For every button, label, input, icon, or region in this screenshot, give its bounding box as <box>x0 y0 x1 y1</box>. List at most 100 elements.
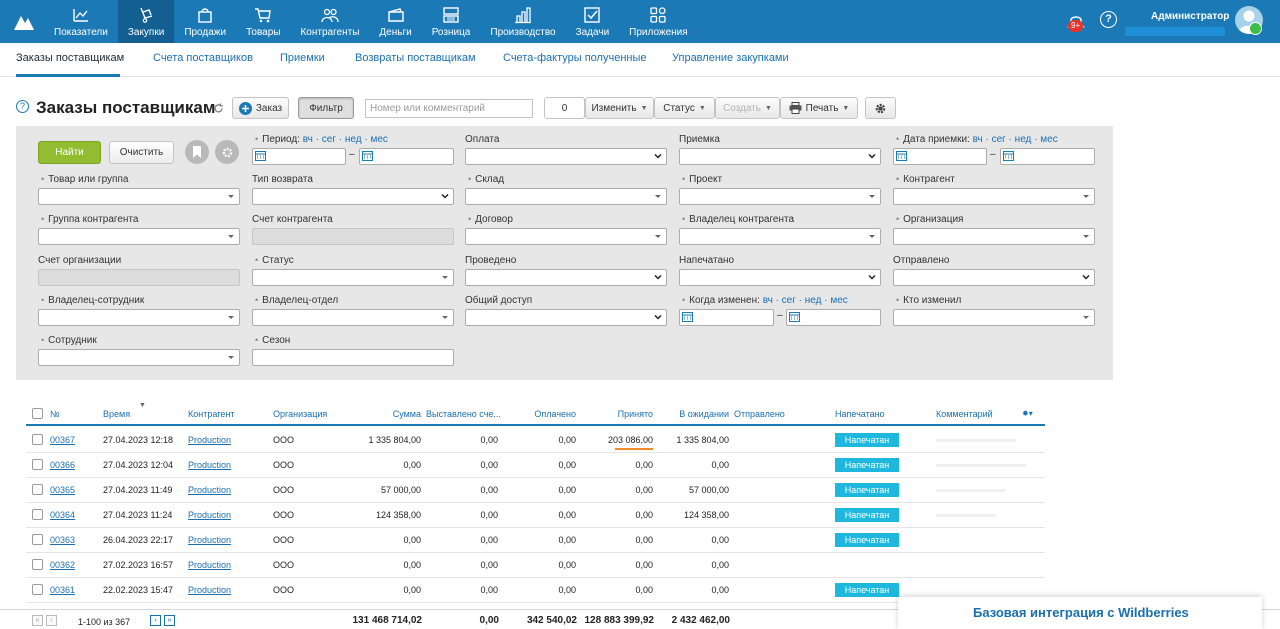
col-printed[interactable]: Напечатано <box>835 409 885 419</box>
refresh-icon[interactable] <box>213 103 224 114</box>
order-number-link[interactable]: 00363 <box>50 535 75 545</box>
project-select[interactable] <box>679 188 881 205</box>
subnav-purchase-management[interactable]: Управление закупками <box>672 52 789 64</box>
user-name[interactable]: Администратор <box>1151 11 1229 22</box>
owner-employee-select[interactable] <box>38 309 240 326</box>
contract-select[interactable] <box>465 228 667 245</box>
counterparty-group-select[interactable] <box>38 228 240 245</box>
clear-button[interactable]: Очистить <box>109 141 174 164</box>
sent-select[interactable] <box>893 269 1095 286</box>
changed-to-input[interactable] <box>786 309 881 326</box>
counterparty-owner-select[interactable] <box>679 228 881 245</box>
order-number-link[interactable]: 00362 <box>50 560 75 570</box>
changed-by-select[interactable] <box>893 309 1095 326</box>
period-quick-links[interactable]: вч · сег · нед · мес <box>303 134 388 145</box>
table-row[interactable]: 00367 27.04.2023 12:18 Production ООО 1 … <box>26 428 1045 453</box>
nav-item-apps[interactable]: Приложения <box>619 0 698 43</box>
order-number-link[interactable]: 00364 <box>50 510 75 520</box>
nav-item-tasks[interactable]: Задачи <box>566 0 620 43</box>
row-checkbox[interactable] <box>32 584 43 595</box>
settings-button[interactable] <box>865 97 896 119</box>
bookmark-button[interactable] <box>185 140 209 164</box>
row-checkbox[interactable] <box>32 559 43 570</box>
subnav-purchase-orders[interactable]: Заказы поставщикам <box>16 52 124 64</box>
period-to-input[interactable] <box>359 148 454 165</box>
table-row[interactable]: 00365 27.04.2023 11:49 Production ООО 57… <box>26 478 1045 503</box>
season-input[interactable] <box>252 349 454 366</box>
col-counterparty[interactable]: Контрагент <box>188 409 235 419</box>
counterparty-link[interactable]: Production <box>188 485 231 495</box>
nav-item-counterparties[interactable]: Контрагенты <box>290 0 369 43</box>
logo-icon[interactable] <box>12 10 36 32</box>
wildberries-promo-banner[interactable]: Базовая интеграция с Wildberries <box>898 597 1262 629</box>
subnav-received-invoices[interactable]: Счета-фактуры полученные <box>503 52 647 64</box>
warehouse-select[interactable] <box>465 188 667 205</box>
order-number-link[interactable]: 00367 <box>50 435 75 445</box>
col-organization[interactable]: Организация <box>273 409 327 419</box>
subnav-receipts[interactable]: Приемки <box>280 52 325 64</box>
col-sum[interactable]: Сумма <box>393 409 421 419</box>
product-select[interactable] <box>38 188 240 205</box>
table-row[interactable]: 00364 27.04.2023 11:24 Production ООО 12… <box>26 503 1045 528</box>
table-row[interactable]: 00361 22.02.2023 15:47 Production ООО 0,… <box>26 578 1045 603</box>
changed-from-input[interactable] <box>679 309 774 326</box>
nav-item-retail[interactable]: Розница <box>422 0 481 43</box>
owner-department-select[interactable] <box>252 309 454 326</box>
find-button[interactable]: Найти <box>38 141 101 164</box>
table-row[interactable]: 00366 27.04.2023 12:04 Production ООО 0,… <box>26 453 1045 478</box>
counterparty-link[interactable]: Production <box>188 435 231 445</box>
row-checkbox[interactable] <box>32 484 43 495</box>
counterparty-link[interactable]: Production <box>188 510 231 520</box>
filter-settings-button[interactable] <box>215 140 239 164</box>
organization-select[interactable] <box>893 228 1095 245</box>
last-page-button[interactable]: » <box>164 615 175 626</box>
employee-select[interactable] <box>38 349 240 366</box>
nav-item-sales[interactable]: Продажи <box>174 0 236 43</box>
nav-item-production[interactable]: Производство <box>480 0 565 43</box>
subnav-supplier-returns[interactable]: Возвраты поставщикам <box>355 52 476 64</box>
filter-button[interactable]: Фильтр <box>298 97 354 119</box>
order-number-link[interactable]: 00361 <box>50 585 75 595</box>
search-input[interactable] <box>365 99 533 118</box>
changed-when-quick-links[interactable]: вч · сег · нед · мес <box>763 295 848 306</box>
posted-select[interactable] <box>465 269 667 286</box>
row-checkbox[interactable] <box>32 509 43 520</box>
shared-access-select[interactable] <box>465 309 667 326</box>
col-accepted[interactable]: Принято <box>618 409 653 419</box>
counterparty-select[interactable] <box>893 188 1095 205</box>
col-time[interactable]: Время <box>103 409 130 419</box>
select-all-checkbox[interactable] <box>32 408 43 419</box>
status-button[interactable]: Статус ▼ <box>654 97 715 119</box>
order-number-link[interactable]: 00366 <box>50 460 75 470</box>
table-row[interactable]: 00363 26.04.2023 22:17 Production ООО 0,… <box>26 528 1045 553</box>
col-paid[interactable]: Оплачено <box>534 409 576 419</box>
print-button[interactable]: Печать ▼ <box>780 97 858 119</box>
page-help-icon[interactable]: ? <box>16 100 29 113</box>
nav-item-money[interactable]: Деньги <box>369 0 421 43</box>
row-checkbox[interactable] <box>32 459 43 470</box>
column-settings-icon[interactable]: ✹▾ <box>1022 409 1033 418</box>
return-type-select[interactable] <box>252 188 454 205</box>
row-checkbox[interactable] <box>32 534 43 545</box>
prev-page-button[interactable]: ‹ <box>46 615 57 626</box>
help-icon[interactable]: ? <box>1100 11 1117 28</box>
counterparty-link[interactable]: Production <box>188 560 231 570</box>
status-select[interactable] <box>252 269 454 286</box>
counterparty-link[interactable]: Production <box>188 460 231 470</box>
nav-item-products[interactable]: Товары <box>236 0 290 43</box>
period-from-input[interactable] <box>252 148 346 165</box>
receipt-date-from-input[interactable] <box>893 148 987 165</box>
printed-select[interactable] <box>679 269 881 286</box>
add-order-button[interactable]: Заказ <box>232 97 289 119</box>
table-row[interactable]: 00362 27.02.2023 16:57 Production ООО 0,… <box>26 553 1045 578</box>
col-sent[interactable]: Отправлено <box>734 409 785 419</box>
change-button[interactable]: Изменить ▼ <box>585 97 654 119</box>
nav-item-purchases[interactable]: Закупки <box>117 0 175 43</box>
receipt-date-to-input[interactable] <box>1000 148 1095 165</box>
first-page-button[interactable]: « <box>32 615 43 626</box>
col-invoiced[interactable]: Выставлено сче... <box>426 409 501 419</box>
next-page-button[interactable]: › <box>150 615 161 626</box>
col-comment[interactable]: Комментарий <box>936 409 993 419</box>
col-number[interactable]: № <box>50 409 60 419</box>
receipt-select[interactable] <box>679 148 881 165</box>
